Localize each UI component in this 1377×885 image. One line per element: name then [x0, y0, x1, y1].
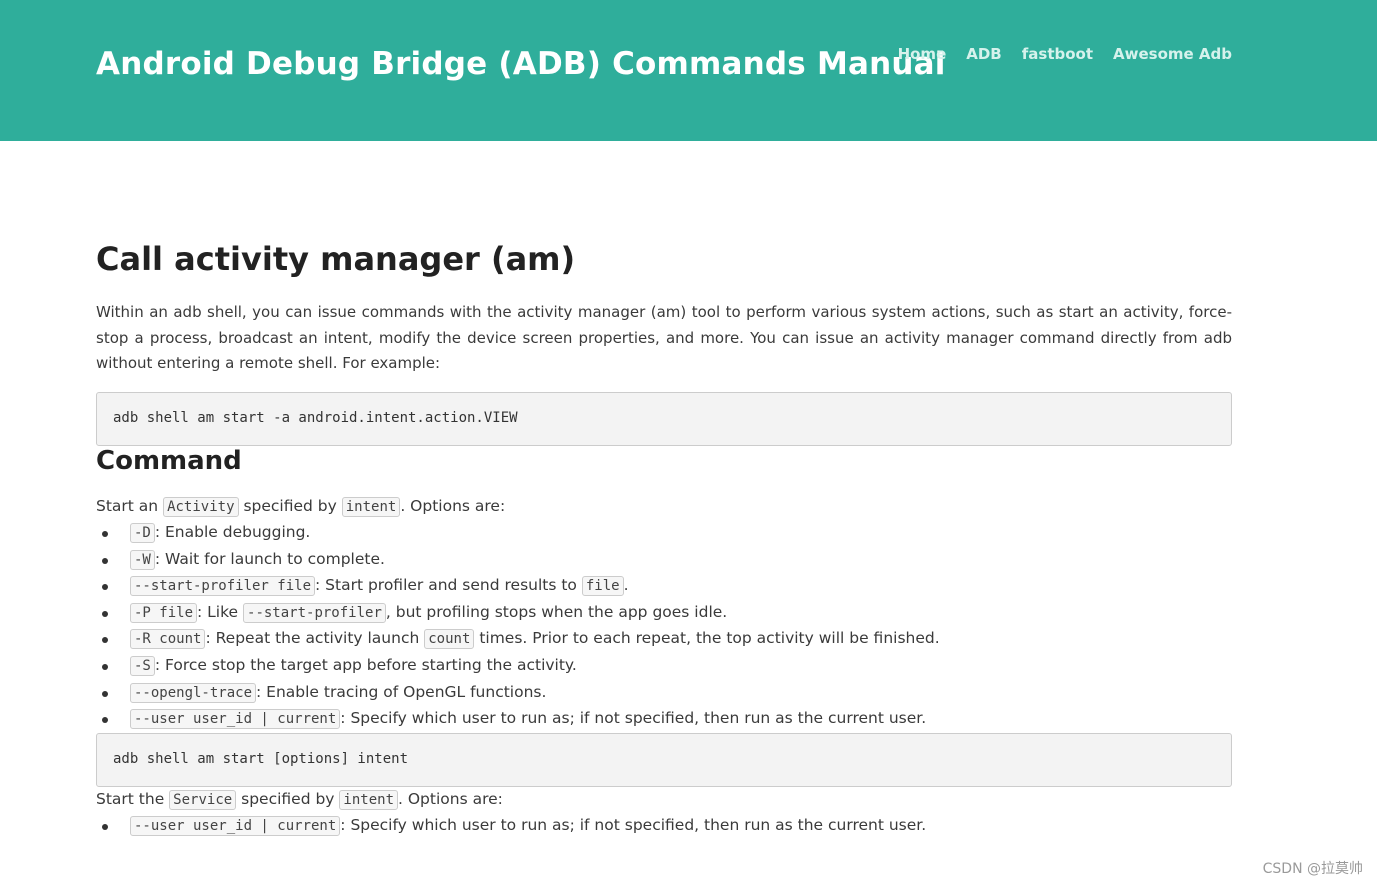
- example-code-block: adb shell am start -a android.intent.act…: [96, 391, 1232, 446]
- start-service-line: Start the Service specified by intent. O…: [96, 789, 503, 810]
- inline-code: --start-profiler file: [130, 576, 316, 597]
- page-heading: Call activity manager (am): [96, 240, 576, 278]
- start-command-code-block: adb shell am start [options] intent: [96, 732, 1232, 787]
- inline-code: --start-profiler: [243, 602, 386, 623]
- list-item: --start-profiler file: Start profiler an…: [102, 573, 1232, 600]
- nav-fastboot-link[interactable]: fastboot: [1022, 45, 1093, 63]
- inline-code: -W: [130, 549, 155, 570]
- list-item: --opengl-trace: Enable tracing of OpenGL…: [102, 680, 1232, 707]
- main-content: Call activity manager (am) Within an adb…: [96, 240, 1232, 840]
- inline-code: --opengl-trace: [130, 682, 257, 703]
- list-item: --user user_id | current: Specify which …: [102, 813, 1232, 840]
- watermark: CSDN @拉莫帅: [1262, 861, 1363, 877]
- inline-code: file: [581, 576, 624, 597]
- inline-code: --user user_id | current: [130, 816, 341, 837]
- command-heading: Command: [96, 445, 242, 476]
- intro-paragraph: Within an adb shell, you can issue comma…: [96, 303, 1232, 372]
- list-item: -P file: Like --start-profiler, but prof…: [102, 600, 1232, 627]
- list-item: -S: Force stop the target app before sta…: [102, 653, 1232, 680]
- site-title[interactable]: Android Debug Bridge (ADB) Commands Manu…: [96, 46, 946, 82]
- service-options-list: --user user_id | current: Specify which …: [96, 813, 1232, 840]
- inline-code: count: [424, 629, 475, 650]
- inline-code: Service: [169, 789, 237, 810]
- list-item: -D: Enable debugging.: [102, 520, 1232, 547]
- inline-code: --user user_id | current: [130, 709, 341, 730]
- inline-code: intent: [341, 496, 401, 517]
- start-activity-line: Start an Activity specified by intent. O…: [96, 496, 506, 517]
- inline-code: -R count: [130, 629, 206, 650]
- inline-code: -S: [130, 656, 155, 677]
- inline-code: intent: [339, 789, 398, 810]
- list-item: -W: Wait for launch to complete.: [102, 547, 1232, 574]
- inline-code: Activity: [163, 496, 239, 517]
- site-header: Android Debug Bridge (ADB) Commands Manu…: [0, 0, 1377, 141]
- nav-home-link[interactable]: Home: [898, 45, 947, 63]
- nav-awesome-adb-link[interactable]: Awesome Adb: [1113, 45, 1232, 63]
- inline-code: -D: [130, 523, 155, 544]
- list-item: --user user_id | current: Specify which …: [102, 706, 1232, 733]
- top-nav: Home ADB fastboot Awesome Adb: [898, 45, 1232, 63]
- activity-options-list: -D: Enable debugging. -W: Wait for launc…: [96, 520, 1232, 733]
- nav-adb-link[interactable]: ADB: [966, 45, 1002, 63]
- inline-code: -P file: [130, 602, 198, 623]
- list-item: -R count: Repeat the activity launch cou…: [102, 626, 1232, 653]
